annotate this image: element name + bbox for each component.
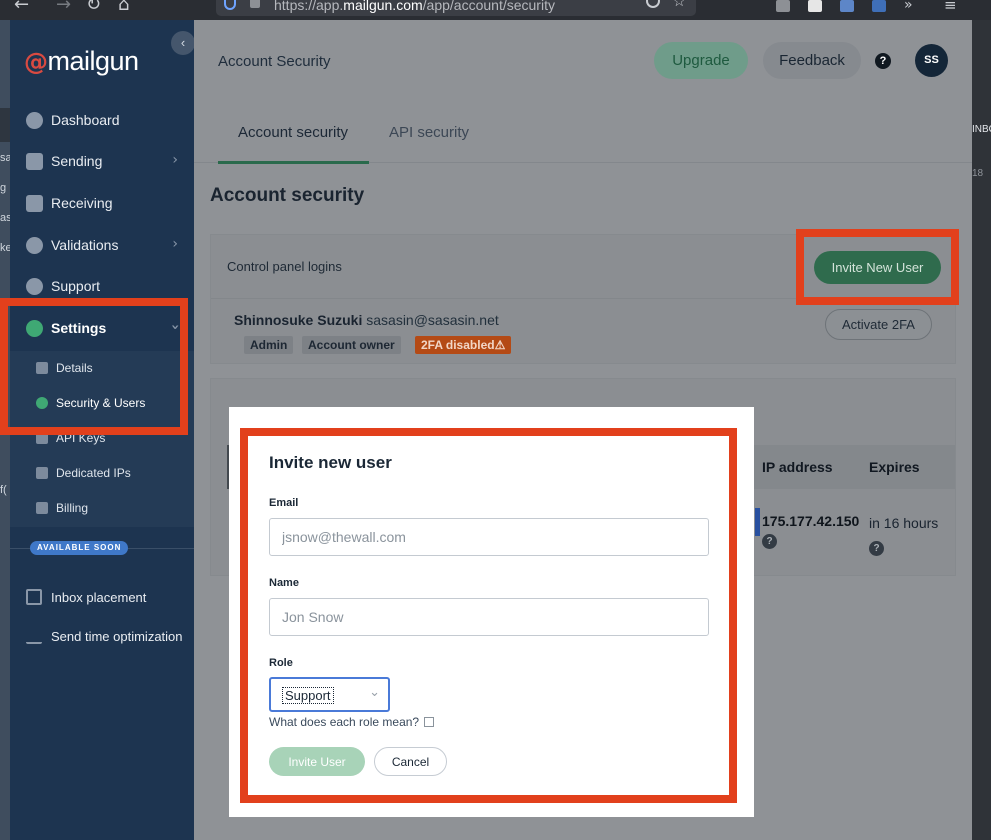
- trend-chart-icon: [26, 628, 42, 644]
- chevron-right-icon: ›: [172, 236, 178, 252]
- back-icon[interactable]: ←: [14, 0, 29, 15]
- tab-api-security[interactable]: API security: [389, 124, 469, 141]
- background-text: f(: [0, 484, 7, 496]
- reload-icon[interactable]: ↻: [86, 0, 101, 15]
- credit-card-icon: [36, 502, 48, 514]
- support-icon: [26, 277, 43, 295]
- sidebar-item-validations[interactable]: Validations ›: [10, 225, 194, 265]
- active-tab-indicator: [218, 161, 369, 164]
- desktop-background-right: INBO 18: [972, 20, 991, 840]
- ip-value: 175.177.42.150: [762, 513, 860, 529]
- sidebar-subitem-billing[interactable]: Billing: [10, 491, 194, 525]
- browser-toolbar: ← → ↻ ⌂ https://app.mailgun.com/app/acco…: [0, 0, 991, 20]
- page-title: Account security: [210, 185, 365, 206]
- inbox-icon: [26, 194, 43, 212]
- dashboard-icon: [26, 111, 43, 129]
- lock-icon[interactable]: [250, 0, 260, 8]
- background-text: g: [0, 182, 7, 194]
- sidebar-item-label: Send time optimization: [51, 628, 183, 644]
- sidebar-item-label: Validations: [51, 237, 119, 253]
- upgrade-button[interactable]: Upgrade: [654, 42, 748, 79]
- extension-icon[interactable]: [840, 0, 854, 12]
- url-domain: mailgun.com: [343, 0, 423, 13]
- tab-bar: Account security API security: [194, 98, 972, 164]
- top-bar: Account Security Upgrade Feedback ? SS: [194, 20, 972, 98]
- bookmark-star-icon[interactable]: ☆: [673, 0, 686, 10]
- sidebar-item-label: Receiving: [51, 195, 113, 211]
- sidebar-item-label: Sending: [51, 153, 103, 169]
- sidebar-item-sending[interactable]: Sending ›: [10, 141, 194, 181]
- overflow-chevron-icon[interactable]: »: [904, 0, 913, 13]
- pocket-icon[interactable]: [646, 0, 660, 8]
- tab-account-security[interactable]: Account security: [238, 124, 348, 141]
- background-window: [0, 108, 10, 142]
- sidebar-item-dashboard[interactable]: Dashboard: [10, 100, 194, 140]
- sidebar-item-send-time-optimization[interactable]: Send time optimization: [10, 618, 194, 654]
- location-pin-icon: [36, 467, 48, 479]
- home-icon[interactable]: ⌂: [118, 0, 129, 15]
- role-badge: Admin: [244, 336, 294, 354]
- expires-value: in 16 hours: [869, 515, 939, 531]
- translate-extension-icon[interactable]: [872, 0, 886, 12]
- page-breadcrumb: Account Security: [218, 53, 331, 70]
- user-name: Shinnosuke Suzuki: [234, 312, 363, 328]
- background-text: 18: [972, 168, 984, 179]
- activate-2fa-button[interactable]: Activate 2FA: [825, 309, 932, 340]
- sidebar-item-label: Dashboard: [51, 112, 120, 128]
- column-header-expires: Expires: [869, 459, 920, 475]
- available-soon-badge: AVAILABLE SOON: [30, 541, 129, 555]
- sidebar-subitem-label: Dedicated IPs: [56, 466, 131, 480]
- row-indicator: [755, 508, 760, 536]
- sidebar-item-receiving[interactable]: Receiving: [10, 183, 194, 223]
- session-ip: 175.177.42.150 ?: [762, 513, 859, 549]
- help-icon[interactable]: ?: [869, 541, 884, 556]
- menu-icon[interactable]: ≡: [944, 0, 957, 14]
- session-expires: in 16 hours ?: [869, 513, 939, 556]
- owner-badge: Account owner: [302, 336, 401, 354]
- 2fa-status-badge: 2FA disabled⚠: [415, 336, 512, 354]
- chevron-right-icon: ›: [172, 152, 178, 168]
- mailgun-logo[interactable]: @mailgun: [24, 46, 139, 77]
- logo-text: mailgun: [47, 46, 140, 76]
- validations-icon: [26, 236, 43, 254]
- highlight-box-invite: [796, 229, 959, 305]
- user-email: sasasin@sasasin.net: [366, 312, 499, 328]
- column-header-ip: IP address: [762, 459, 833, 475]
- extension-icon[interactable]: [776, 0, 790, 12]
- sidebar-subitem-dedicated-ips[interactable]: Dedicated IPs: [10, 456, 194, 490]
- user-row: Shinnosuke Suzuki sasasin@sasasin.net: [234, 312, 499, 328]
- tracking-shield-icon[interactable]: [224, 0, 236, 10]
- checkbox-icon: [26, 589, 42, 605]
- sidebar-subitem-label: Billing: [56, 501, 89, 515]
- collapse-sidebar-button[interactable]: ‹: [171, 31, 195, 55]
- avatar[interactable]: SS: [915, 44, 948, 77]
- sidebar-item-inbox-placement[interactable]: Inbox placement: [10, 579, 194, 615]
- sidebar-item-label: Support: [51, 278, 101, 294]
- help-icon[interactable]: ?: [875, 53, 891, 69]
- url-bar[interactable]: https://app.mailgun.com/app/account/secu…: [216, 0, 696, 16]
- url-path: /app/account/security: [422, 0, 555, 13]
- url-prefix: https://app.: [274, 0, 344, 13]
- sidebar-item-label: Inbox placement: [51, 589, 147, 605]
- extension-icon[interactable]: [808, 0, 822, 12]
- highlight-box-modal: [240, 428, 737, 803]
- background-text: INBO: [972, 124, 991, 135]
- mailgun-logo-mark: @: [24, 48, 48, 76]
- page-actions-icon[interactable]: •••: [617, 0, 634, 8]
- card-title: Control panel logins: [227, 259, 342, 274]
- send-icon: [26, 152, 43, 170]
- forward-icon[interactable]: →: [56, 0, 71, 15]
- help-icon[interactable]: ?: [762, 534, 777, 549]
- feedback-button[interactable]: Feedback: [763, 42, 861, 79]
- highlight-box-settings: [0, 298, 188, 435]
